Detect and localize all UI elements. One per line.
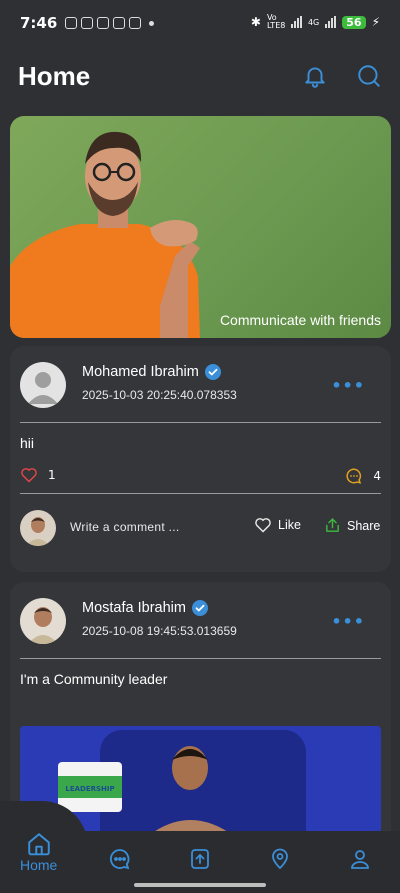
bottom-navigation (0, 831, 400, 893)
status-bar: 7:46 ✱ Vo LTE8 4G 56 ⚡ (0, 0, 400, 46)
upload-icon[interactable] (188, 847, 212, 871)
likes-count[interactable]: 1 (20, 467, 56, 483)
teams-icon (97, 17, 110, 29)
status-right: ✱ Vo LTE8 4G 56 ⚡ (251, 14, 380, 30)
battery-indicator: 56 (342, 15, 366, 29)
youtube-icon (113, 17, 126, 29)
network-label-2: 4G (307, 17, 320, 27)
app-notification-icon (81, 17, 94, 29)
likes-number: 1 (48, 468, 56, 482)
author-name[interactable]: Mohamed Ibrahim (82, 364, 221, 380)
home-icon[interactable] (26, 831, 52, 857)
share-icon (326, 518, 339, 532)
share-button[interactable]: Share (324, 517, 380, 534)
nav-home-label[interactable]: Home (20, 857, 57, 873)
post-card: Mohamed Ibrahim 2025-10-03 20:25:40.0783… (10, 346, 391, 572)
post-header: Mostafa Ibrahim 2025-10-08 19:45:53.0136… (10, 582, 391, 658)
bell-icon[interactable] (302, 63, 328, 89)
youtube-icon (129, 17, 142, 29)
charging-icon: ⚡ (371, 15, 380, 29)
notification-icons (65, 17, 155, 29)
page-title: Home (18, 60, 91, 91)
post-header: Mohamed Ibrahim 2025-10-03 20:25:40.0783… (10, 346, 391, 422)
default-avatar-icon (28, 372, 58, 404)
post-timestamp: 2025-10-08 19:45:53.013659 (82, 624, 237, 638)
heart-outline-icon (255, 518, 271, 533)
like-label: Like (278, 518, 301, 532)
post-text: hii (20, 435, 35, 451)
verified-badge-icon (204, 364, 221, 380)
comment-bubble-icon (346, 468, 362, 484)
user-avatar (20, 510, 56, 546)
share-label: Share (347, 518, 381, 533)
app-header: Home (18, 56, 382, 96)
whatsapp-icon (65, 17, 78, 29)
bluetooth-icon: ✱ (250, 15, 261, 29)
status-time: 7:46 (20, 14, 58, 32)
more-notifications-icon (149, 20, 155, 26)
banner-caption: Communicate with friends (219, 312, 381, 328)
post-text: I'm a Community leader (20, 671, 168, 687)
author-name-text: Mohamed Ibrahim (82, 364, 199, 380)
comments-count[interactable]: 4 (345, 467, 381, 485)
hero-banner: Communicate with friends (10, 116, 391, 338)
signal-icon-2 (325, 16, 337, 28)
like-button[interactable]: Like (254, 517, 301, 533)
banner-illustration (10, 131, 200, 338)
comment-row: Write a comment ... Like Share (10, 494, 391, 560)
verified-badge-icon (191, 600, 208, 616)
comment-input[interactable]: Write a comment ... (70, 520, 180, 534)
network-label: Vo LTE8 (266, 13, 286, 30)
avatar[interactable] (20, 362, 66, 408)
gesture-bar (134, 883, 266, 887)
author-name[interactable]: Mostafa Ibrahim (82, 600, 208, 616)
post-timestamp: 2025-10-03 20:25:40.078353 (82, 388, 237, 402)
more-options-button[interactable]: ••• (331, 376, 365, 395)
author-name-text: Mostafa Ibrahim (82, 600, 186, 616)
location-icon[interactable] (268, 847, 292, 871)
more-options-button[interactable]: ••• (331, 612, 365, 631)
profile-icon[interactable] (348, 847, 372, 871)
reaction-summary: 1 4 (10, 463, 391, 493)
chat-icon[interactable] (108, 847, 132, 871)
comments-number: 4 (373, 469, 381, 483)
author-photo (20, 598, 66, 644)
signal-icon (290, 16, 302, 28)
image-badge: LEADERSHIP (65, 785, 114, 793)
avatar[interactable] (20, 598, 66, 644)
search-icon[interactable] (356, 63, 382, 89)
user-photo (20, 510, 56, 546)
heart-icon (21, 468, 37, 483)
